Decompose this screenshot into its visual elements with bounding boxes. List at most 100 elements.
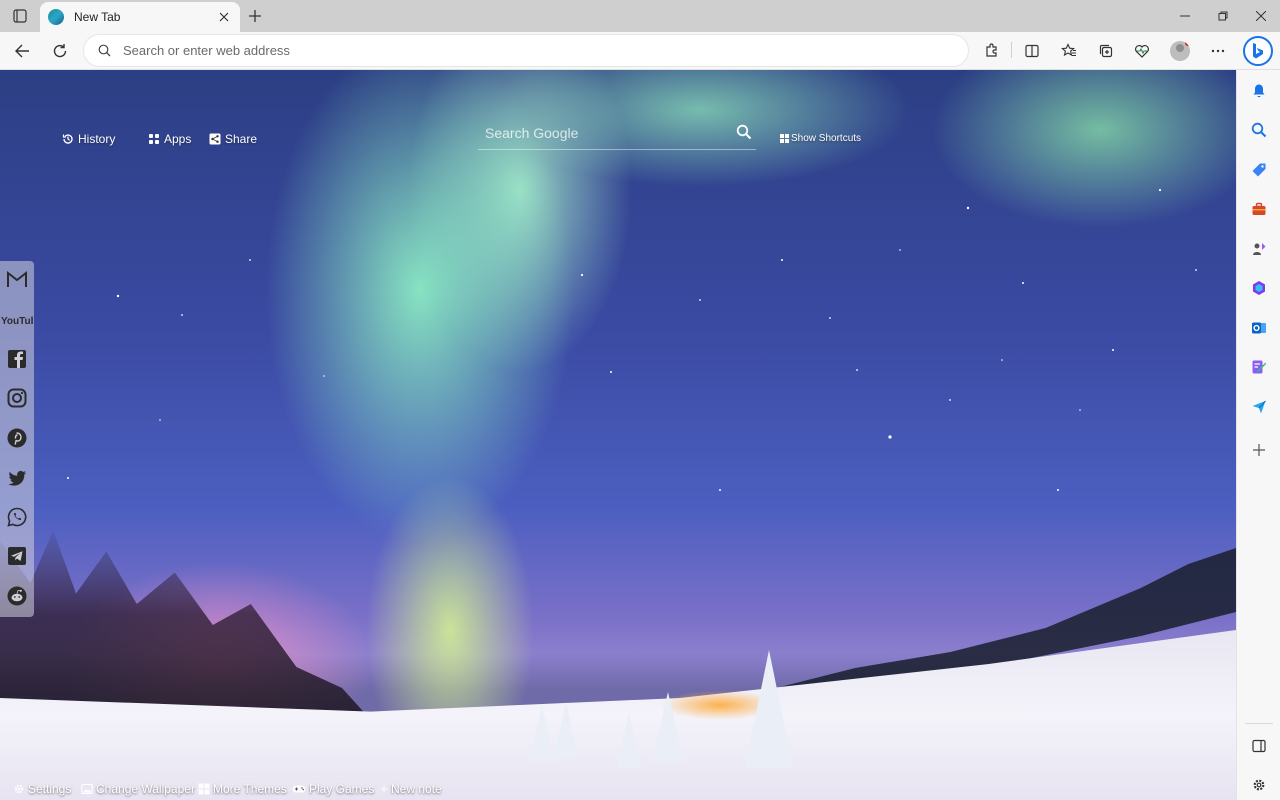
instagram-link[interactable]: [6, 387, 28, 409]
favorites-button[interactable]: [1055, 37, 1083, 65]
facebook-icon: [8, 350, 26, 368]
extensions-button[interactable]: [977, 37, 1005, 65]
show-shortcuts-button[interactable]: Show Shortcuts: [780, 133, 861, 144]
send-icon: [1252, 400, 1266, 414]
close-window-button[interactable]: [1242, 0, 1280, 32]
minimize-button[interactable]: [1166, 0, 1204, 32]
tab-actions-icon: [13, 9, 27, 23]
split-screen-icon: [1025, 44, 1039, 58]
notification-dot: [1185, 41, 1190, 46]
history-icon: [62, 134, 73, 144]
change-wallpaper-label: Change Wallpaper: [96, 782, 195, 796]
more-dots-icon: [1211, 49, 1225, 53]
profile-button[interactable]: [1166, 37, 1194, 65]
window-controls: [1166, 0, 1280, 32]
tab-close-button[interactable]: [216, 9, 232, 25]
browser-essentials-button[interactable]: [1128, 37, 1156, 65]
toolbox-icon: [1252, 202, 1266, 215]
pinterest-link[interactable]: [6, 427, 28, 449]
play-games-link[interactable]: Play Games: [292, 782, 374, 796]
send-button[interactable]: [1248, 396, 1270, 418]
apps-label: Apps: [164, 132, 192, 146]
restore-icon: [1218, 11, 1228, 21]
back-button[interactable]: [8, 37, 36, 65]
bing-copilot-button[interactable]: [1243, 36, 1273, 66]
address-toolbar: [0, 32, 1280, 70]
edge-favicon-icon: [48, 9, 64, 25]
sidebar-divider: [1245, 723, 1273, 724]
telegram-link[interactable]: [6, 545, 28, 567]
add-icon: [1253, 444, 1265, 456]
tab-title: New Tab: [74, 10, 121, 24]
add-sidebar-app-button[interactable]: [1248, 439, 1270, 461]
shopping-button[interactable]: [1248, 159, 1270, 181]
gmail-link[interactable]: [6, 269, 28, 291]
designer-icon: [1252, 360, 1266, 374]
new-tab-page: History Apps Share Show Shortcuts YouTub…: [0, 70, 1236, 800]
share-label: Share: [225, 132, 258, 146]
share-link[interactable]: Share: [209, 132, 257, 146]
search-icon[interactable]: [736, 124, 752, 140]
windows-grid-icon: [780, 134, 789, 143]
close-icon: [219, 12, 229, 22]
edge-sidebar: [1236, 70, 1280, 800]
whatsapp-link[interactable]: [6, 506, 28, 528]
refresh-icon: [53, 44, 67, 58]
twitter-icon: [8, 470, 26, 486]
tab-actions-button[interactable]: [4, 4, 36, 28]
facebook-link[interactable]: [6, 348, 28, 370]
sidebar-search-button[interactable]: [1248, 119, 1270, 141]
google-search-input[interactable]: [485, 124, 725, 141]
snowy-tree: [745, 650, 793, 768]
avatar: [1170, 41, 1190, 61]
gamepad-icon: [292, 785, 306, 793]
history-label: History: [78, 132, 116, 146]
more-themes-label: More Themes: [213, 782, 287, 796]
snowy-tree: [652, 692, 684, 762]
play-games-label: Play Games: [309, 782, 375, 796]
gmail-icon: [7, 270, 27, 287]
youtube-link[interactable]: YouTube: [1, 309, 33, 331]
collections-button[interactable]: [1092, 37, 1120, 65]
toolbar-divider: [1011, 42, 1012, 58]
more-menu-button[interactable]: [1204, 37, 1232, 65]
settings-link[interactable]: Settings: [13, 782, 71, 796]
new-note-link[interactable]: New note: [380, 782, 442, 796]
collections-icon: [1099, 44, 1113, 58]
games-button[interactable]: [1248, 238, 1270, 260]
hide-sidebar-button[interactable]: [1248, 735, 1270, 757]
settings-icon: [1253, 779, 1265, 791]
share-icon: [209, 133, 221, 145]
twitter-link[interactable]: [6, 467, 28, 489]
sidebar-settings-button[interactable]: [1248, 774, 1270, 796]
restore-button[interactable]: [1204, 0, 1242, 32]
reddit-link[interactable]: [6, 585, 28, 607]
instagram-icon: [7, 388, 27, 408]
search-icon: [98, 44, 111, 57]
apps-grid-icon: [149, 134, 159, 144]
refresh-button[interactable]: [46, 37, 74, 65]
more-themes-link[interactable]: More Themes: [198, 782, 287, 796]
change-wallpaper-link[interactable]: Change Wallpaper: [81, 782, 195, 796]
address-input[interactable]: [123, 43, 903, 58]
apps-link[interactable]: Apps: [148, 132, 191, 146]
google-search-box: [478, 116, 756, 150]
bottom-links-bar: Settings Change Wallpaper More Themes Pl…: [0, 778, 1236, 800]
tab-new-tab[interactable]: New Tab: [40, 2, 240, 32]
back-arrow-icon: [15, 44, 29, 58]
notifications-button[interactable]: [1248, 80, 1270, 102]
outlook-button[interactable]: [1248, 317, 1270, 339]
split-screen-button[interactable]: [1018, 37, 1046, 65]
address-bar[interactable]: [84, 35, 968, 66]
snowy-tree: [530, 705, 554, 761]
image-icon: [81, 783, 93, 795]
designer-button[interactable]: [1248, 356, 1270, 378]
show-shortcuts-label: Show Shortcuts: [791, 133, 862, 144]
outlook-icon: [1252, 322, 1266, 334]
microsoft-365-button[interactable]: [1248, 277, 1270, 299]
tools-button[interactable]: [1248, 198, 1270, 220]
settings-label: Settings: [28, 782, 72, 796]
history-link[interactable]: History: [62, 132, 115, 146]
new-tab-button[interactable]: [244, 4, 266, 28]
heart-pulse-icon: [1135, 45, 1149, 58]
